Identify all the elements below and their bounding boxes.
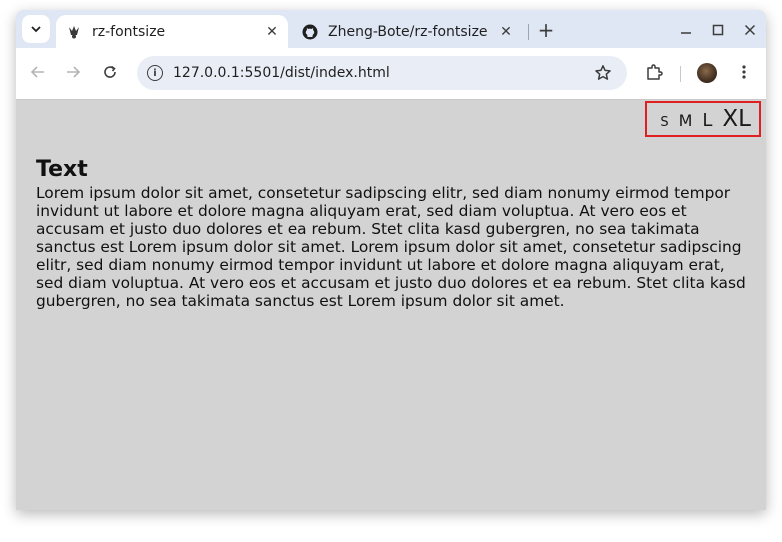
avatar[interactable] [697, 63, 717, 83]
close-icon[interactable]: ✕ [496, 22, 516, 42]
address-bar[interactable]: i 127.0.0.1:5501/dist/index.html [137, 56, 627, 90]
tab-github-repo[interactable]: Zheng-Bote/rz-fontsize ✕ [292, 15, 522, 48]
arrow-right-icon[interactable] [61, 60, 85, 84]
toolbar-separator [680, 66, 681, 82]
tab-separator [528, 24, 529, 40]
maximize-icon[interactable] [706, 18, 730, 42]
font-size-l-button[interactable]: L [702, 107, 712, 135]
close-window-icon[interactable] [738, 18, 762, 42]
info-icon[interactable]: i [147, 65, 163, 81]
close-icon[interactable]: ✕ [262, 22, 282, 42]
browser-toolbar: i 127.0.0.1:5501/dist/index.html [16, 48, 766, 100]
tab-title: rz-fontsize [92, 23, 166, 40]
font-size-xl-button[interactable]: XL [722, 105, 751, 133]
puzzle-icon[interactable] [642, 60, 666, 84]
tab-title: Zheng-Bote/rz-fontsize [328, 23, 488, 40]
page-heading: Text [36, 157, 88, 182]
minimize-icon[interactable] [674, 18, 698, 42]
github-icon [302, 24, 318, 40]
kebab-menu-icon[interactable] [732, 60, 756, 84]
font-size-m-button[interactable]: M [679, 107, 693, 135]
arrow-left-icon[interactable] [26, 60, 50, 84]
star-icon[interactable] [593, 63, 613, 83]
font-size-switcher: S M L XL [645, 101, 761, 137]
tab-rz-fontsize[interactable]: rz-fontsize ✕ [56, 15, 288, 48]
browser-window: rz-fontsize ✕ Zheng-Bote/rz-fontsize ✕ + [16, 10, 766, 510]
chevron-down-icon [31, 26, 41, 33]
url-text[interactable]: 127.0.0.1:5501/dist/index.html [173, 65, 593, 81]
tab-search-button[interactable] [22, 15, 50, 43]
font-size-s-button[interactable]: S [660, 109, 668, 137]
tab-strip: rz-fontsize ✕ Zheng-Bote/rz-fontsize ✕ + [16, 10, 766, 48]
body-paragraph: Lorem ipsum dolor sit amet, consetetur s… [36, 184, 746, 310]
plus-icon[interactable]: + [534, 18, 558, 42]
page-content: S M L XL Text Lorem ipsum dolor sit amet… [16, 100, 766, 510]
jester-icon [66, 24, 82, 40]
reload-icon[interactable] [98, 60, 122, 84]
